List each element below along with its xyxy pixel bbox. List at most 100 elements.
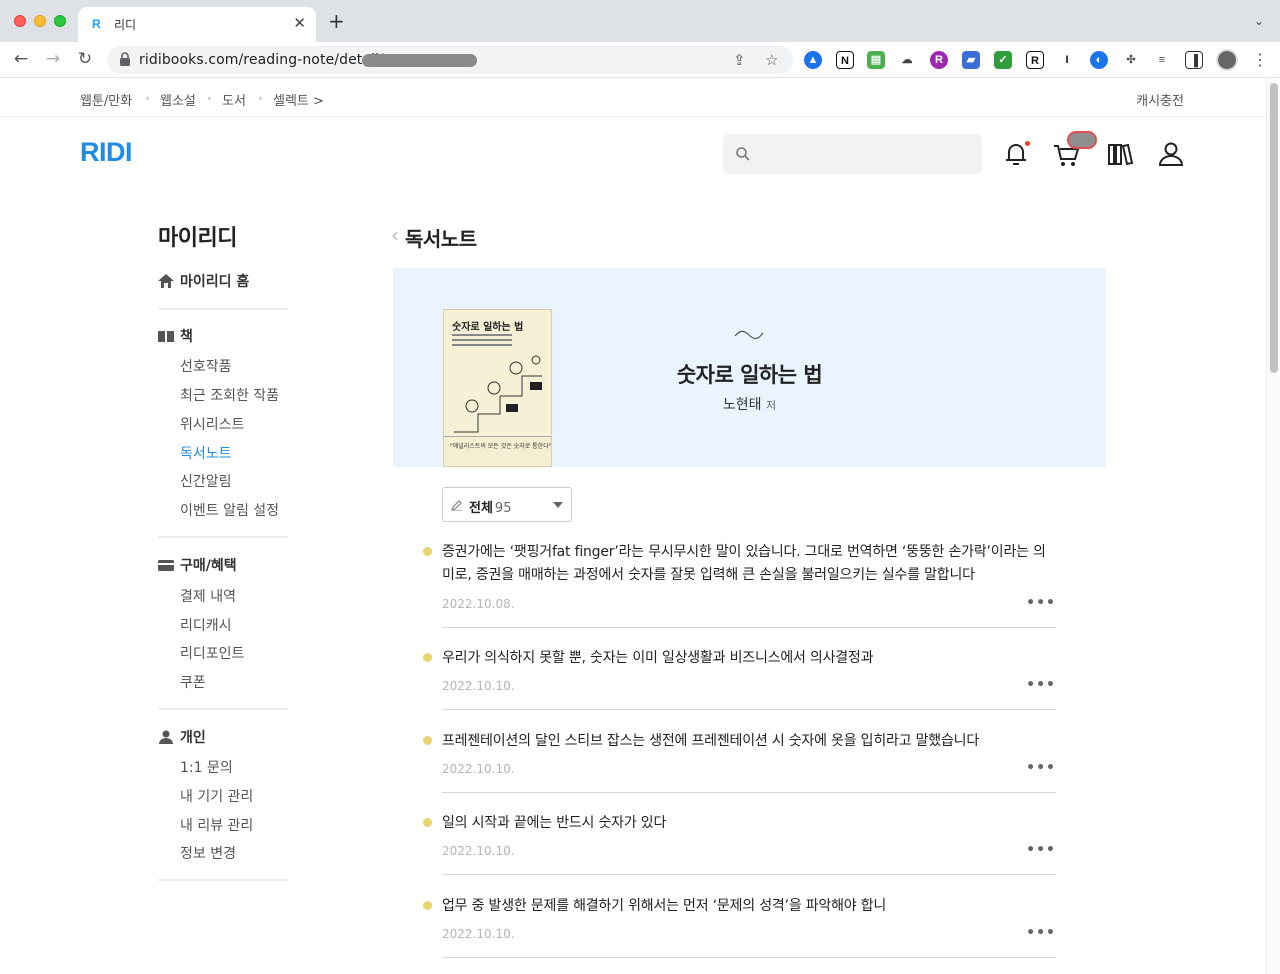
bookmark-star-icon[interactable]: ☆	[765, 51, 778, 69]
sidebar-item-recent[interactable]: 최근 조회한 작품	[180, 385, 279, 405]
page-scrollbar[interactable]	[1266, 79, 1280, 974]
note-more-options-icon[interactable]: •••	[1026, 842, 1056, 858]
cart-count-badge-redacted	[1067, 131, 1097, 149]
dropdown-arrow-icon	[553, 502, 563, 508]
list-item[interactable]: 우리가 의식하지 못할 뿐, 숫자는 이미 일상생활과 비즈니스에서 의사결정과…	[420, 647, 1056, 711]
r-extension-icon[interactable]: R	[1026, 51, 1044, 69]
top-category-nav: 웹툰/만화 웹소설 도서 셀렉트 > 캐시충전	[0, 79, 1266, 117]
book-cover[interactable]: 숫자로 일하는 법 "애널리스트의 모든 것은 숫자로 통한다"	[443, 309, 552, 467]
i-extension-icon[interactable]: I	[1058, 51, 1076, 69]
purple-extension-icon[interactable]: R	[930, 51, 948, 69]
globe-extension-icon[interactable]: ◐	[1090, 51, 1108, 69]
list-item[interactable]: 업무 중 발생한 문제를 해결하기 위해서는 먼저 ‘문제의 성격’을 파악해야…	[420, 895, 1056, 959]
back-arrow-icon[interactable]: ←	[10, 49, 32, 69]
cloud-extension-icon[interactable]: ☁	[898, 51, 916, 69]
note-divider	[442, 627, 1056, 628]
side-panel-icon[interactable]: ▐	[1185, 51, 1203, 69]
note-date: 2022.10.10.	[442, 844, 515, 858]
sidebar-group-label: 책	[180, 329, 193, 345]
share-icon[interactable]: ⇪	[733, 51, 746, 69]
new-tab-plus-icon[interactable]: +	[328, 11, 345, 31]
sidebar-item-wishlist[interactable]: 위시리스트	[180, 414, 244, 434]
nav-books[interactable]: 도서	[222, 90, 246, 109]
reload-icon[interactable]: ↻	[74, 49, 96, 69]
window-zoom-button[interactable]	[54, 15, 66, 27]
sidebar-home-label: 마이리디 홈	[180, 274, 250, 290]
media-queue-icon[interactable]: ≡	[1153, 51, 1171, 69]
sidebar-group-purchase: 구매/혜택	[158, 555, 237, 575]
notion-extension-icon[interactable]: N	[836, 51, 854, 69]
cover-tagline: "애널리스트의 모든 것은 숫자로 통한다"	[450, 443, 552, 450]
book-icon	[158, 331, 174, 342]
puzzle-extensions-icon[interactable]: ✣	[1122, 51, 1140, 69]
scrollbar-thumb[interactable]	[1270, 83, 1278, 373]
note-more-options-icon[interactable]: •••	[1026, 595, 1056, 611]
browser-tab[interactable]: R 리디 ✕	[78, 7, 316, 42]
sidebar-item-coupon[interactable]: 쿠폰	[180, 672, 206, 692]
forward-arrow-icon[interactable]: →	[42, 49, 64, 69]
check-extension-icon[interactable]: ✓	[994, 51, 1012, 69]
highlight-dot-icon	[423, 547, 432, 556]
cash-charge-link[interactable]: 캐시충전	[1136, 90, 1184, 109]
sidebar-item-review-management[interactable]: 내 리뷰 관리	[180, 815, 253, 835]
window-close-button[interactable]	[14, 15, 26, 27]
address-bar[interactable]: ridibooks.com/reading-note/detail/ ⇪ ☆	[107, 46, 793, 74]
sidebar-item-payment-history[interactable]: 결제 내역	[180, 586, 236, 606]
profile-avatar[interactable]	[1216, 49, 1238, 71]
sidebar-item-event-alert-settings[interactable]: 이벤트 알림 설정	[180, 500, 279, 520]
note-text: 우리가 의식하지 못할 뿐, 숫자는 이미 일상생활과 비즈니스에서 의사결정과	[442, 650, 874, 666]
list-item[interactable]: 일의 시작과 끝에는 반드시 숫자가 있다 2022.10.10. •••	[420, 812, 1056, 876]
note-more-options-icon[interactable]: •••	[1026, 760, 1056, 776]
sidebar-item-ridi-cash[interactable]: 리디캐시	[180, 615, 232, 635]
list-item[interactable]: 프레젠테이션의 달인 스티브 잡스는 생전에 프레젠테이션 시 숫자에 옷을 입…	[420, 730, 1056, 794]
note-date: 2022.10.10.	[442, 762, 515, 776]
sidebar-item-reading-note[interactable]: 독서노트	[180, 443, 232, 463]
note-more-options-icon[interactable]: •••	[1026, 925, 1056, 941]
home-icon	[158, 274, 174, 288]
ridi-favicon-icon: R	[92, 17, 101, 31]
author-suffix: 저	[765, 399, 777, 412]
nav-webtoon-comics[interactable]: 웹툰/만화	[80, 90, 132, 109]
printer-extension-icon[interactable]: ▤	[867, 51, 885, 69]
highlight-dot-icon	[423, 653, 432, 662]
list-item[interactable]: 증권가에는 ‘팻핑거fat finger’라는 무시무시한 말이 있습니다. 그…	[420, 541, 1056, 628]
cover-illustration	[454, 355, 542, 433]
nav-select[interactable]: 셀렉트 >	[273, 90, 324, 109]
notification-badge	[1025, 141, 1030, 146]
back-chevron-icon[interactable]: ‹	[391, 225, 399, 245]
note-more-options-icon[interactable]: •••	[1026, 677, 1056, 693]
browser-toolbar: ← → ↻ ridibooks.com/reading-note/detail/…	[0, 42, 1280, 78]
sidebar-item-new-release-alert[interactable]: 신간알림	[180, 471, 232, 491]
sidebar-item-favorites[interactable]: 선호작품	[180, 356, 232, 376]
nav-separator	[208, 97, 211, 100]
person-icon	[159, 730, 173, 744]
sidebar-divider	[158, 536, 288, 538]
note-text: 업무 중 발생한 문제를 해결하기 위해서는 먼저 ‘문제의 성격’을 파악해야…	[442, 898, 887, 914]
blue-extension-icon[interactable]: ▰	[962, 51, 980, 69]
my-account-person-icon[interactable]	[1156, 139, 1186, 169]
search-icon	[736, 147, 750, 161]
nav-webnovel[interactable]: 웹소설	[160, 90, 196, 109]
card-icon	[158, 560, 174, 571]
tab-close-icon[interactable]: ✕	[293, 14, 306, 32]
library-books-icon[interactable]	[1105, 139, 1135, 169]
highlight-dot-icon	[423, 736, 432, 745]
cover-subtitle-lines	[452, 334, 512, 336]
note-divider	[442, 709, 1056, 710]
tab-title: 리디	[114, 18, 137, 32]
note-filter-dropdown[interactable]: 전체 95	[442, 487, 572, 522]
sidebar-item-account-info[interactable]: 정보 변경	[180, 843, 236, 863]
book-author[interactable]: 노현태 저	[593, 394, 906, 414]
sidebar-item-ridi-point[interactable]: 리디포인트	[180, 643, 244, 663]
browser-menu-icon[interactable]: ⋮	[1252, 50, 1268, 69]
book-title[interactable]: 숫자로 일하는 법	[593, 359, 906, 389]
sidebar-item-myridi-home[interactable]: 마이리디 홈	[158, 271, 249, 291]
ridi-logo[interactable]: RIDI	[80, 137, 133, 168]
search-input[interactable]	[723, 134, 982, 174]
sidebar-item-inquiry[interactable]: 1:1 문의	[180, 757, 233, 777]
tab-search-chevron-icon[interactable]: ⌄	[1254, 14, 1264, 28]
extension-arrow-icon[interactable]: ▲	[804, 51, 822, 69]
sidebar-item-device-management[interactable]: 내 기기 관리	[180, 786, 253, 806]
window-minimize-button[interactable]	[34, 15, 46, 27]
page-title: 독서노트	[405, 227, 477, 251]
